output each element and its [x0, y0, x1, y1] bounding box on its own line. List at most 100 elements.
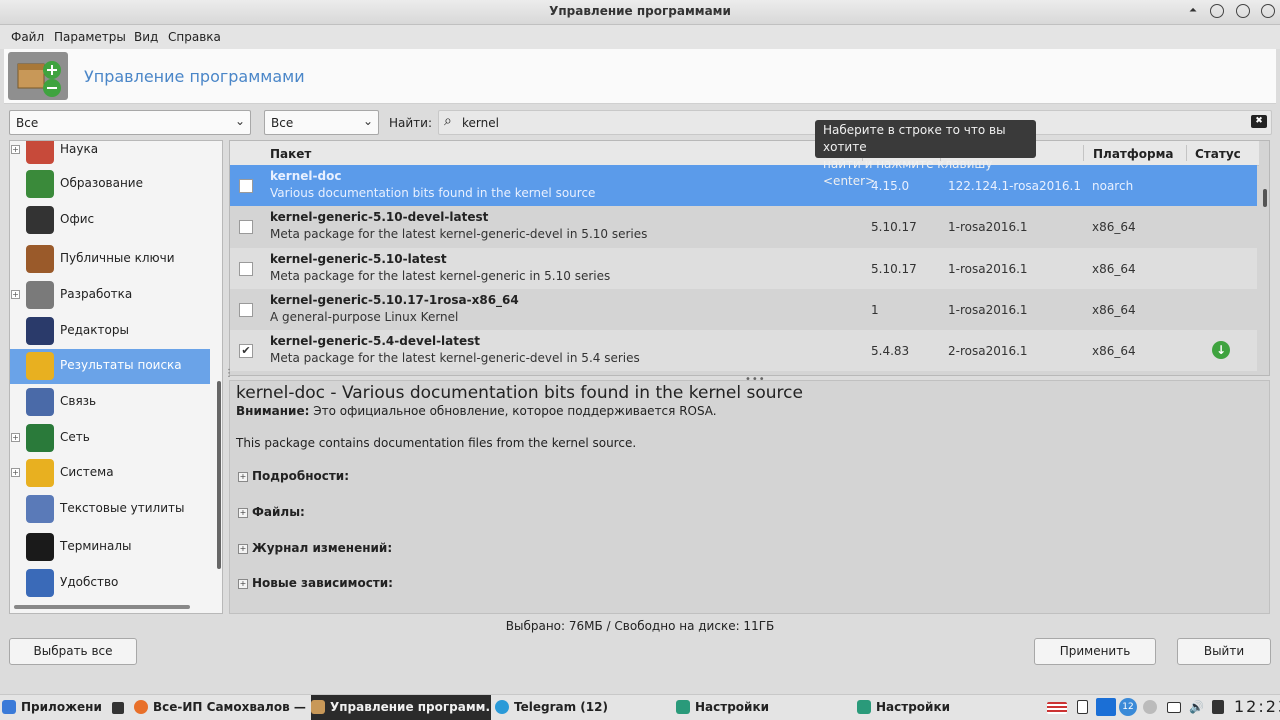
editor-icon — [26, 317, 54, 345]
taskbar-task-label: Все-ИП Самохвалов — ... — [153, 700, 306, 714]
applications-menu[interactable]: Приложения — [2, 695, 102, 720]
scrollbar-thumb[interactable] — [1263, 189, 1267, 207]
status-filter-combo[interactable]: Все ⌄ — [264, 110, 379, 135]
category-list[interactable]: + Наука Образование Офис Публичные ключи + Раз… — [9, 140, 223, 614]
category-filter-combo[interactable]: Все ⌄ — [9, 110, 251, 135]
column-header-platform[interactable]: Платформа — [1093, 147, 1174, 161]
chevron-down-icon: ⌄ — [234, 114, 245, 128]
sidebar-item-category[interactable]: Терминалы — [10, 530, 210, 565]
disk-usage-status: Выбрано: 76МБ / Свободно на диске: 11ГБ — [505, 619, 775, 633]
sidebar-item-label: Текстовые утилиты — [60, 501, 185, 515]
package-icon — [311, 700, 325, 714]
maximize-icon[interactable] — [1236, 4, 1250, 18]
clear-search-icon[interactable]: ✖ — [1251, 115, 1267, 128]
menu-settings[interactable]: Параметры — [54, 30, 126, 44]
sidebar-item-category[interactable]: Образование — [10, 167, 210, 202]
sidebar-item-category[interactable]: Удобство — [10, 566, 210, 601]
volume-icon[interactable]: 🔊 — [1189, 700, 1204, 714]
vpn-icon[interactable] — [1143, 700, 1157, 714]
sidebar-item-category[interactable]: + Разработка — [10, 278, 210, 313]
sidebar-item-category[interactable]: Редакторы — [10, 314, 210, 349]
taskbar-task[interactable]: Telegram (12) — [495, 695, 665, 720]
expand-icon[interactable]: + — [238, 544, 248, 554]
select-all-button[interactable]: Выбрать все — [9, 638, 137, 665]
table-row[interactable]: ✔ kernel-generic-5.4-devel-latest Meta pac… — [230, 330, 1257, 372]
expand-icon[interactable]: + — [238, 472, 248, 482]
taskbar-task[interactable]: Все-ИП Самохвалов — ... — [134, 695, 306, 720]
window-titlebar[interactable]: Управление программами ⏶ — [0, 0, 1280, 25]
close-icon[interactable] — [1261, 4, 1275, 18]
table-row[interactable]: kernel-generic-5.10-devel-latest Meta pac… — [230, 206, 1257, 247]
sidebar-item-category[interactable]: + Наука — [10, 141, 210, 168]
us-flag-icon[interactable] — [1047, 702, 1067, 714]
clock[interactable]: 12:23 — [1234, 697, 1280, 716]
files-icon[interactable] — [112, 702, 124, 714]
menu-view[interactable]: Вид — [134, 30, 158, 44]
apply-button[interactable]: Применить — [1034, 638, 1156, 665]
scrollbar-thumb[interactable] — [217, 381, 221, 569]
splitter-handle[interactable]: ⋮ — [224, 368, 234, 379]
details-section-deps[interactable]: + Новые зависимости: — [238, 576, 393, 590]
telegram-badge-icon[interactable]: 12 — [1119, 698, 1137, 716]
network-icon[interactable] — [1212, 700, 1224, 714]
menu-file[interactable]: Файл — [11, 30, 44, 44]
sidebar-item-category[interactable]: Результаты поиска — [10, 349, 210, 384]
expand-icon[interactable]: + — [11, 145, 20, 154]
banner-title: Управление программами — [84, 67, 305, 86]
taskbar-task[interactable]: Настройки — [676, 695, 846, 720]
package-name: kernel-generic-5.10-latest — [270, 251, 447, 266]
details-section-info[interactable]: + Подробности: — [238, 469, 349, 483]
sidebar-item-category[interactable]: + Система — [10, 456, 210, 491]
sidebar-item-label: Система — [60, 465, 114, 479]
details-section-files[interactable]: + Файлы: — [238, 505, 305, 519]
sidebar-item-category[interactable]: Публичные ключи — [10, 242, 210, 277]
display-icon[interactable] — [1167, 702, 1181, 713]
tray-badge-count: 12 — [1122, 702, 1134, 712]
sidebar-item-category[interactable]: Связь — [10, 385, 210, 420]
quit-button[interactable]: Выйти — [1177, 638, 1271, 665]
sidebar-item-category[interactable]: Офис — [10, 203, 210, 238]
expand-icon[interactable]: + — [238, 508, 248, 518]
table-row[interactable]: kernel-generic-5.10.17-1rosa-x86_64 A gen… — [230, 289, 1257, 330]
taskbar-task[interactable]: Настройки — [857, 695, 1027, 720]
package-checkbox[interactable] — [239, 261, 253, 276]
sidebar-item-label: Удобство — [60, 575, 119, 589]
shade-icon[interactable]: ⏶ — [1186, 4, 1200, 18]
expand-icon[interactable]: + — [11, 290, 20, 299]
teamviewer-icon[interactable] — [1096, 698, 1116, 716]
taskbar-task-label: Настройки — [695, 700, 770, 714]
table-row[interactable]: kernel-generic-5.10-latest Meta package f… — [230, 247, 1257, 289]
package-description: A general-purpose Linux Kernel — [270, 309, 459, 324]
taskbar-task-label: Telegram (12) — [514, 700, 608, 714]
details-section-changelog[interactable]: + Журнал изменений: — [238, 541, 392, 555]
package-release: 2-rosa2016.1 — [948, 344, 1028, 359]
package-checkbox[interactable] — [239, 220, 253, 235]
sidebar-item-category[interactable]: Текстовые утилиты — [10, 492, 210, 527]
package-release: 1-rosa2016.1 — [948, 261, 1028, 276]
expand-icon[interactable]: + — [11, 468, 20, 477]
sidebar-item-label: Сеть — [60, 430, 90, 444]
pen-icon — [26, 495, 54, 523]
details-description: This package contains documentation file… — [236, 436, 637, 450]
package-checkbox[interactable]: ✔ — [239, 344, 253, 359]
column-header-status[interactable]: Статус — [1195, 147, 1241, 161]
minimize-icon[interactable] — [1210, 4, 1224, 18]
package-description: Meta package for the latest kernel-gener… — [270, 268, 611, 283]
menu-help[interactable]: Справка — [168, 30, 221, 44]
expand-icon[interactable]: + — [238, 579, 248, 589]
sidebar-item-label: Образование — [60, 176, 143, 190]
package-checkbox[interactable] — [239, 302, 253, 317]
taskbar-task[interactable]: Управление программ... — [311, 695, 491, 720]
table-scrollbar[interactable] — [1260, 141, 1269, 375]
sidebar-item-category[interactable]: + Сеть — [10, 421, 210, 456]
table-row[interactable]: kernel-doc Various documentation bits fou… — [230, 165, 1257, 206]
sidebar-hscrollbar[interactable] — [14, 605, 190, 609]
package-version: 1 — [871, 302, 879, 317]
package-checkbox[interactable] — [239, 179, 253, 193]
package-arch: x86_64 — [1092, 302, 1136, 317]
clipboard-icon[interactable] — [1077, 700, 1088, 714]
sidebar-scrollbar[interactable] — [215, 141, 222, 613]
sidebar-item-label: Редакторы — [60, 323, 129, 337]
column-header-package[interactable]: Пакет — [270, 147, 311, 161]
expand-icon[interactable]: + — [11, 433, 20, 442]
